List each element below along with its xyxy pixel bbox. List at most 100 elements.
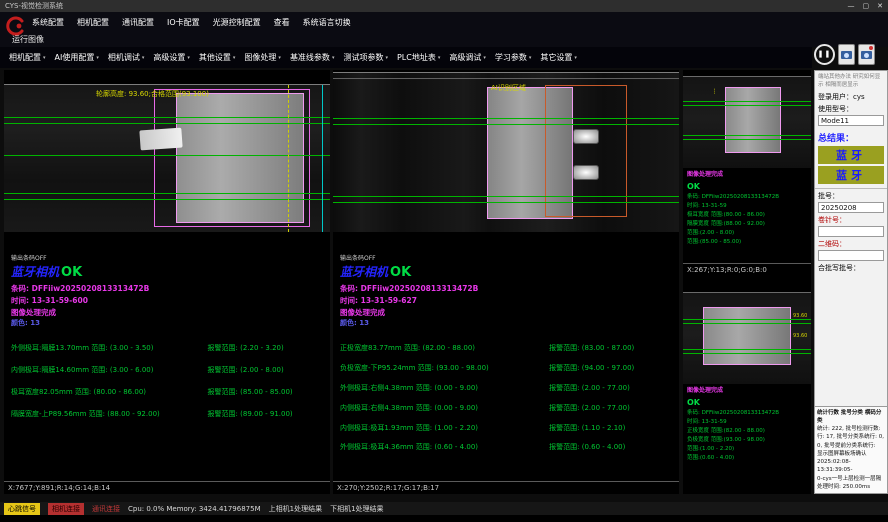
run-controls: ❚❚ xyxy=(814,40,888,68)
merge-batch-label: 合批写批号： xyxy=(818,264,860,272)
tab-row: 运行图像 xyxy=(0,32,888,47)
camera-panel-lower: AI识别区域 输出条码OFF 蓝牙相机OK 条码: DFFiiw20250208… xyxy=(333,70,679,494)
batch-row: 批号： xyxy=(815,189,887,201)
qr-row: 二维码： xyxy=(815,237,887,249)
alarm-range-text: 报警范围: (89.00 - 91.00) xyxy=(208,409,323,420)
camera-2-button[interactable] xyxy=(858,44,875,65)
yellow-annotation: 93.60 xyxy=(793,333,807,339)
measurement-text: 极耳宽度82.05mm 范围: (80.00 - 86.00) xyxy=(11,387,208,398)
alarm-range-text: 报警范围: (2.00 - 8.00) xyxy=(208,365,323,376)
camera-panel-upper: 轮廓高度: 93.60;合格范围(93.100) 输出条码OFF 蓝牙相机OK … xyxy=(4,70,330,494)
measurement-text: 极耳宽度 范围:(80.00 - 86.00) xyxy=(687,211,807,220)
chevron-down-icon: ▾ xyxy=(332,55,335,61)
result-headline: 蓝牙相机OK xyxy=(11,263,323,283)
needle-value-field[interactable] xyxy=(818,226,884,237)
toolbar-item-label: 高级设置 xyxy=(153,52,185,63)
toolbar-item-plc-address[interactable]: PLC地址表▾ xyxy=(394,50,443,65)
menu-item-io-config[interactable]: IO卡配置 xyxy=(167,17,200,28)
measurement-text: 外侧极耳:隔膜13.70mm 范围: (3.00 - 3.50) xyxy=(11,343,208,354)
close-button[interactable]: ✕ xyxy=(877,2,883,10)
app-logo-icon xyxy=(4,15,26,37)
measurement-row: 隔膜宽度-上P89.56mm 范围: (88.00 - 92.00)报警范围: … xyxy=(11,409,323,420)
toolbar: 相机配置▾ AI使用配置▾ 相机调试▾ 高级设置▾ 其他设置▾ 图像处理▾ 基准… xyxy=(0,47,812,68)
menu-item-light-config[interactable]: 光源控制配置 xyxy=(213,17,261,28)
heartbeat-indicator: 心跳信号 xyxy=(4,503,40,515)
toolbar-item-misc-settings[interactable]: 其它设置▾ xyxy=(537,50,580,65)
toolbar-item-camera-config[interactable]: 相机配置▾ xyxy=(6,50,49,65)
preview-image-1[interactable]: ┆ xyxy=(683,76,811,168)
toolbar-item-baseline-params[interactable]: 基准线参数▾ xyxy=(287,50,338,65)
minimize-button[interactable]: — xyxy=(848,2,855,10)
measurement-text: 范围:(0.60 - 4.00) xyxy=(687,454,807,463)
menu-item-view[interactable]: 查看 xyxy=(274,17,290,28)
yellow-annotation: ┆ xyxy=(713,89,716,95)
cell-region xyxy=(176,93,304,223)
login-user-label: 登录用户： xyxy=(818,93,853,101)
toolbar-item-image-processing[interactable]: 图像处理▾ xyxy=(241,50,284,65)
ok-status-label: OK xyxy=(687,180,807,193)
toolbar-item-label: 图像处理 xyxy=(244,52,276,63)
toolbar-item-label: AI使用配置 xyxy=(55,52,95,63)
toolbar-item-camera-debug[interactable]: 相机调试▾ xyxy=(105,50,148,65)
camera-name-label: 蓝牙相机 xyxy=(11,265,59,279)
process-status-line: 图像处理完成 xyxy=(11,307,323,319)
menu-item-system-config[interactable]: 系统配置 xyxy=(32,17,64,28)
statistics-line: 2025:02:08-13:31:39:05- xyxy=(817,458,885,475)
pause-button[interactable]: ❚❚ xyxy=(814,44,835,65)
measurement-text: 条码: DFFiiw2025020813313472B xyxy=(687,193,807,202)
model-select[interactable]: Mode11 xyxy=(818,115,884,126)
statistics-line: 显示图屏幕板场确认 xyxy=(817,450,885,458)
camera-connect-indicator: 相机连接 xyxy=(48,503,84,515)
upper-camera-result-label: 上相机1处理结果 xyxy=(269,504,322,514)
batch-value-field[interactable]: 20250208 xyxy=(818,202,884,213)
measurement-text: 内侧极耳:隔膜14.60mm 范围: (3.00 - 6.00) xyxy=(11,365,208,376)
menu-item-camera-config[interactable]: 相机配置 xyxy=(77,17,109,28)
green-guide-line xyxy=(683,319,811,320)
green-guide-line xyxy=(683,135,811,136)
measurement-text: 正极宽度 范围:(82.00 - 88.00) xyxy=(687,427,807,436)
camera-image-lower[interactable]: AI识别区域 xyxy=(333,72,679,232)
ok-status-label: OK xyxy=(390,265,411,280)
qr-value-field[interactable] xyxy=(818,250,884,261)
green-guide-line xyxy=(333,202,679,203)
pixel-coords-readout: X:270;Y:2502;R:17;G:17;B:17 xyxy=(333,481,679,494)
toolbar-item-advanced-settings[interactable]: 高级设置▾ xyxy=(150,50,193,65)
preview-image-2[interactable]: 93.60 93.60 xyxy=(683,292,811,384)
camera-image-upper[interactable]: 轮廓高度: 93.60;合格范围(93.100) xyxy=(4,84,330,232)
toolbar-item-label: 相机调试 xyxy=(108,52,140,63)
count-line: 颜色: 13 xyxy=(340,318,672,329)
chevron-down-icon: ▾ xyxy=(187,55,190,61)
toolbar-item-ai-config[interactable]: AI使用配置▾ xyxy=(52,50,102,65)
measurement-text: 正极宽度83.77mm 范围: (82.00 - 88.00) xyxy=(340,343,549,354)
chevron-down-icon: ▾ xyxy=(483,55,486,61)
green-guide-line xyxy=(4,123,330,124)
measurement-text: 范围:(2.00 - 8.00) xyxy=(687,229,807,238)
time-line: 时间: 13-31-59-627 xyxy=(340,295,672,307)
needle-label: 卷针号： xyxy=(818,216,846,224)
process-status-line: 图像处理完成 xyxy=(687,170,807,180)
menu-item-comm-config[interactable]: 通讯配置 xyxy=(122,17,154,28)
result-headline: 蓝牙相机OK xyxy=(340,263,672,283)
chevron-down-icon: ▾ xyxy=(43,55,46,61)
toolbar-item-learning-params[interactable]: 学习参数▾ xyxy=(492,50,535,65)
green-guide-line xyxy=(4,155,330,156)
alarm-range-text: 报警范围: (0.60 - 4.00) xyxy=(549,442,672,453)
toolbar-item-test-params[interactable]: 测试项参数▾ xyxy=(340,50,391,65)
measurement-text: 外侧极耳:右侧4.38mm 范围: (0.00 - 9.00) xyxy=(340,383,549,394)
model-label: 使用型号： xyxy=(818,105,853,113)
total-result-badge-1: 蓝牙 xyxy=(818,146,884,164)
gripper-part xyxy=(139,128,182,151)
pause-icon: ❚❚ xyxy=(818,50,832,58)
chevron-down-icon: ▾ xyxy=(574,55,577,61)
toolbar-item-advanced-debug[interactable]: 高级调试▾ xyxy=(446,50,489,65)
camera-1-button[interactable] xyxy=(838,44,855,65)
menu-item-language-switch[interactable]: 系统语言切换 xyxy=(303,17,351,28)
maximize-button[interactable]: ▢ xyxy=(863,2,870,10)
reflection-highlight xyxy=(573,165,599,180)
toolbar-item-other-settings[interactable]: 其他设置▾ xyxy=(196,50,239,65)
toolbar-item-label: 测试项参数 xyxy=(343,52,383,63)
toolbar-item-label: 相机配置 xyxy=(9,52,41,63)
ok-status-label: OK xyxy=(61,265,82,280)
process-status-line: 图像处理完成 xyxy=(687,386,807,396)
measurement-text: 时间: 13-31-59 xyxy=(687,202,807,211)
